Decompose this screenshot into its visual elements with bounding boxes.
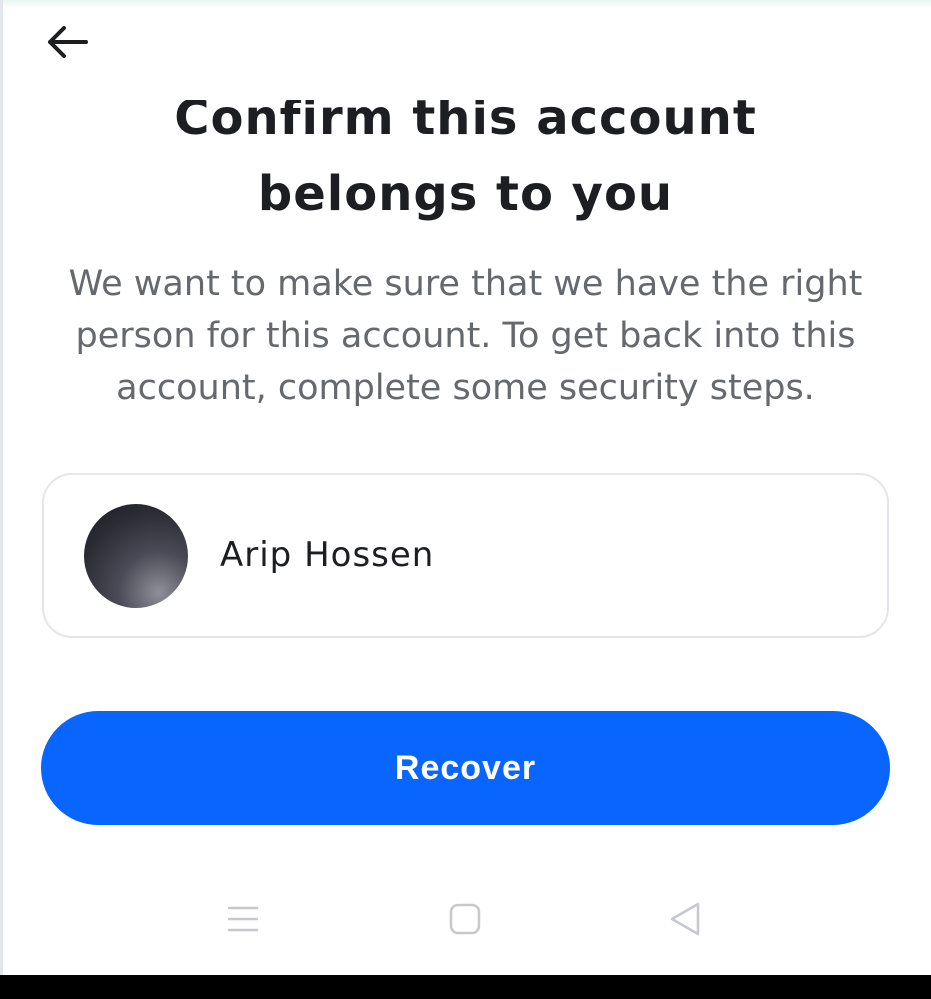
screen-edge (0, 0, 3, 975)
page-title-line1: Confirm this account (174, 100, 757, 140)
recent-apps-button[interactable] (213, 894, 273, 944)
system-back-button[interactable] (655, 894, 715, 944)
page-title-top: Confirm this account (0, 100, 931, 140)
status-bar-strip (0, 0, 931, 8)
home-button[interactable] (435, 894, 495, 944)
description-text: We want to make sure that we have the ri… (68, 264, 863, 408)
home-icon (449, 903, 481, 935)
back-button[interactable] (38, 18, 94, 66)
account-card[interactable]: Arip Hossen (42, 473, 889, 638)
recovery-screen: Confirm this account belongs to you We w… (0, 0, 931, 999)
avatar (84, 504, 188, 608)
account-name: Arip Hossen (220, 535, 435, 575)
page-title-line2: belongs to you (257, 166, 674, 222)
system-nav-bar (0, 880, 931, 955)
recover-button[interactable]: Recover (41, 711, 890, 825)
arrow-left-icon (48, 26, 88, 58)
back-triangle-icon (670, 902, 700, 936)
bottom-black-bar (0, 975, 931, 999)
recent-apps-icon (227, 906, 259, 932)
